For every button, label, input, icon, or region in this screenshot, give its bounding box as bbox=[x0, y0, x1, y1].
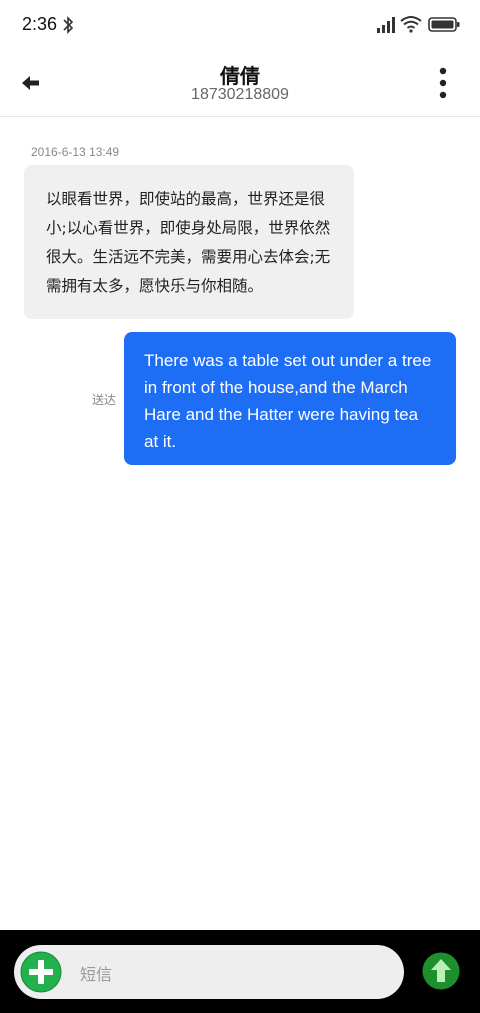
message-input[interactable]: 短信 bbox=[14, 945, 404, 999]
contact-number: 18730218809 bbox=[191, 86, 289, 103]
contact-name: 倩倩 bbox=[220, 64, 260, 88]
conversation-header: 倩倩 18730218809 bbox=[0, 52, 480, 117]
bluetooth-icon bbox=[63, 16, 74, 34]
composer-bar: 短信 bbox=[0, 930, 480, 1013]
status-bar: 2:36 bbox=[0, 0, 480, 52]
message-timestamp: 2016-6-13 13:49 bbox=[31, 145, 120, 159]
battery-icon bbox=[428, 17, 460, 32]
status-time: 2:36 bbox=[22, 14, 58, 34]
wifi-icon bbox=[400, 16, 422, 33]
delivery-status: 送达 bbox=[92, 393, 117, 407]
input-placeholder: 短信 bbox=[80, 965, 113, 984]
send-up-arrow-icon[interactable] bbox=[422, 952, 460, 990]
add-circle-icon[interactable] bbox=[20, 951, 62, 993]
incoming-message-bubble[interactable]: 以眼看世界，即使站的最高，世界还是很小;以心看世界，即使身处局限，世界依然很大。… bbox=[24, 165, 354, 319]
outgoing-message-bubble[interactable]: There was a table set out under a tree i… bbox=[124, 332, 456, 465]
signal-icon bbox=[377, 17, 395, 33]
more-vertical-icon[interactable] bbox=[436, 66, 450, 100]
